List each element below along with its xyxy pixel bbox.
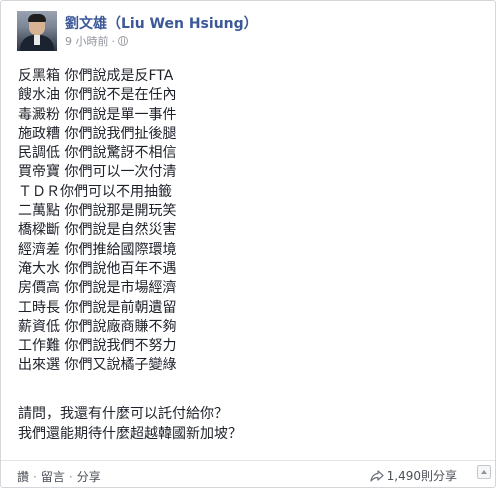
post-line: ＴＤＲ你們可以不用抽籤 [18, 183, 172, 200]
closing-line-1: 請問，我還有什麼可以託付給你？ [18, 406, 228, 422]
post-line: 薪資低 你們說廠商賺不夠 [18, 318, 177, 335]
meta-separator: · [111, 34, 116, 48]
action-separator: · [33, 469, 37, 484]
avatar-hair-shape [28, 14, 46, 22]
post-line: 工作難 你們說我們不努力 [18, 338, 177, 355]
closing-line-2: 我們還能期待什麼超越韓國新加坡？ [18, 426, 242, 442]
post-body: 反黑箱 你們說成是反FTA 餿水油 你們說不是在任內 毒澱粉 你們說是單一事件 施政糟… [18, 67, 176, 376]
post-line: 毒澱粉 你們說是單一事件 [18, 106, 177, 123]
post-line: 施政糟 你們說我們扯後腿 [18, 125, 177, 142]
post-card: 劉文雄（Liu Wen Hsiung） 9 小時前 · 反黑箱 你們說成是反FT… [0, 0, 496, 488]
comment-link[interactable]: 留言 [41, 468, 65, 485]
like-link[interactable]: 讚 [17, 468, 29, 485]
post-line: 橋樑斷 你們說是自然災害 [18, 222, 177, 239]
share-count-label: 1,490則分享 [386, 469, 457, 483]
post-line: 淹大水 你們說他百年不遇 [18, 260, 177, 277]
post-timestamp[interactable]: 9 小時前 [65, 33, 109, 49]
post-meta: 9 小時前 · [65, 33, 128, 49]
post-footer: 讚 · 留言 · 分享 1,490則分享 [1, 460, 495, 489]
avatar-collar-shape [34, 35, 40, 45]
post-actions: 讚 · 留言 · 分享 [17, 468, 101, 485]
scroll-up-icon[interactable] [477, 465, 491, 479]
post-line: 民調低 你們說驚訝不相信 [18, 145, 177, 162]
share-arrow-icon [370, 469, 384, 482]
post-line: 二萬點 你們說那是開玩笑 [18, 203, 177, 220]
author-name[interactable]: 劉文雄（Liu Wen Hsiung） [65, 13, 258, 33]
post-line: 經濟差 你們推給國際環境 [18, 241, 177, 258]
post-line: 餿水油 你們說不是在任內 [18, 87, 177, 104]
action-separator: · [68, 469, 73, 484]
post-line: 反黑箱 你們說成是反FTA [18, 68, 174, 84]
globe-icon[interactable] [118, 36, 128, 46]
share-link[interactable]: 分享 [77, 468, 101, 485]
avatar[interactable] [17, 11, 57, 51]
post-line: 工時長 你們說是前朝遺留 [18, 299, 177, 316]
post-closing: 請問，我還有什麼可以託付給你？ 我們還能期待什麼超越韓國新加坡？ [18, 404, 242, 444]
share-count[interactable]: 1,490則分享 [370, 467, 457, 484]
post-line: 房價高 你們說是市場經濟 [18, 280, 177, 297]
post-line: 出來選 你們又說橘子變綠 [18, 357, 177, 374]
post-line: 買帝寶 你們可以一次付清 [18, 164, 177, 181]
